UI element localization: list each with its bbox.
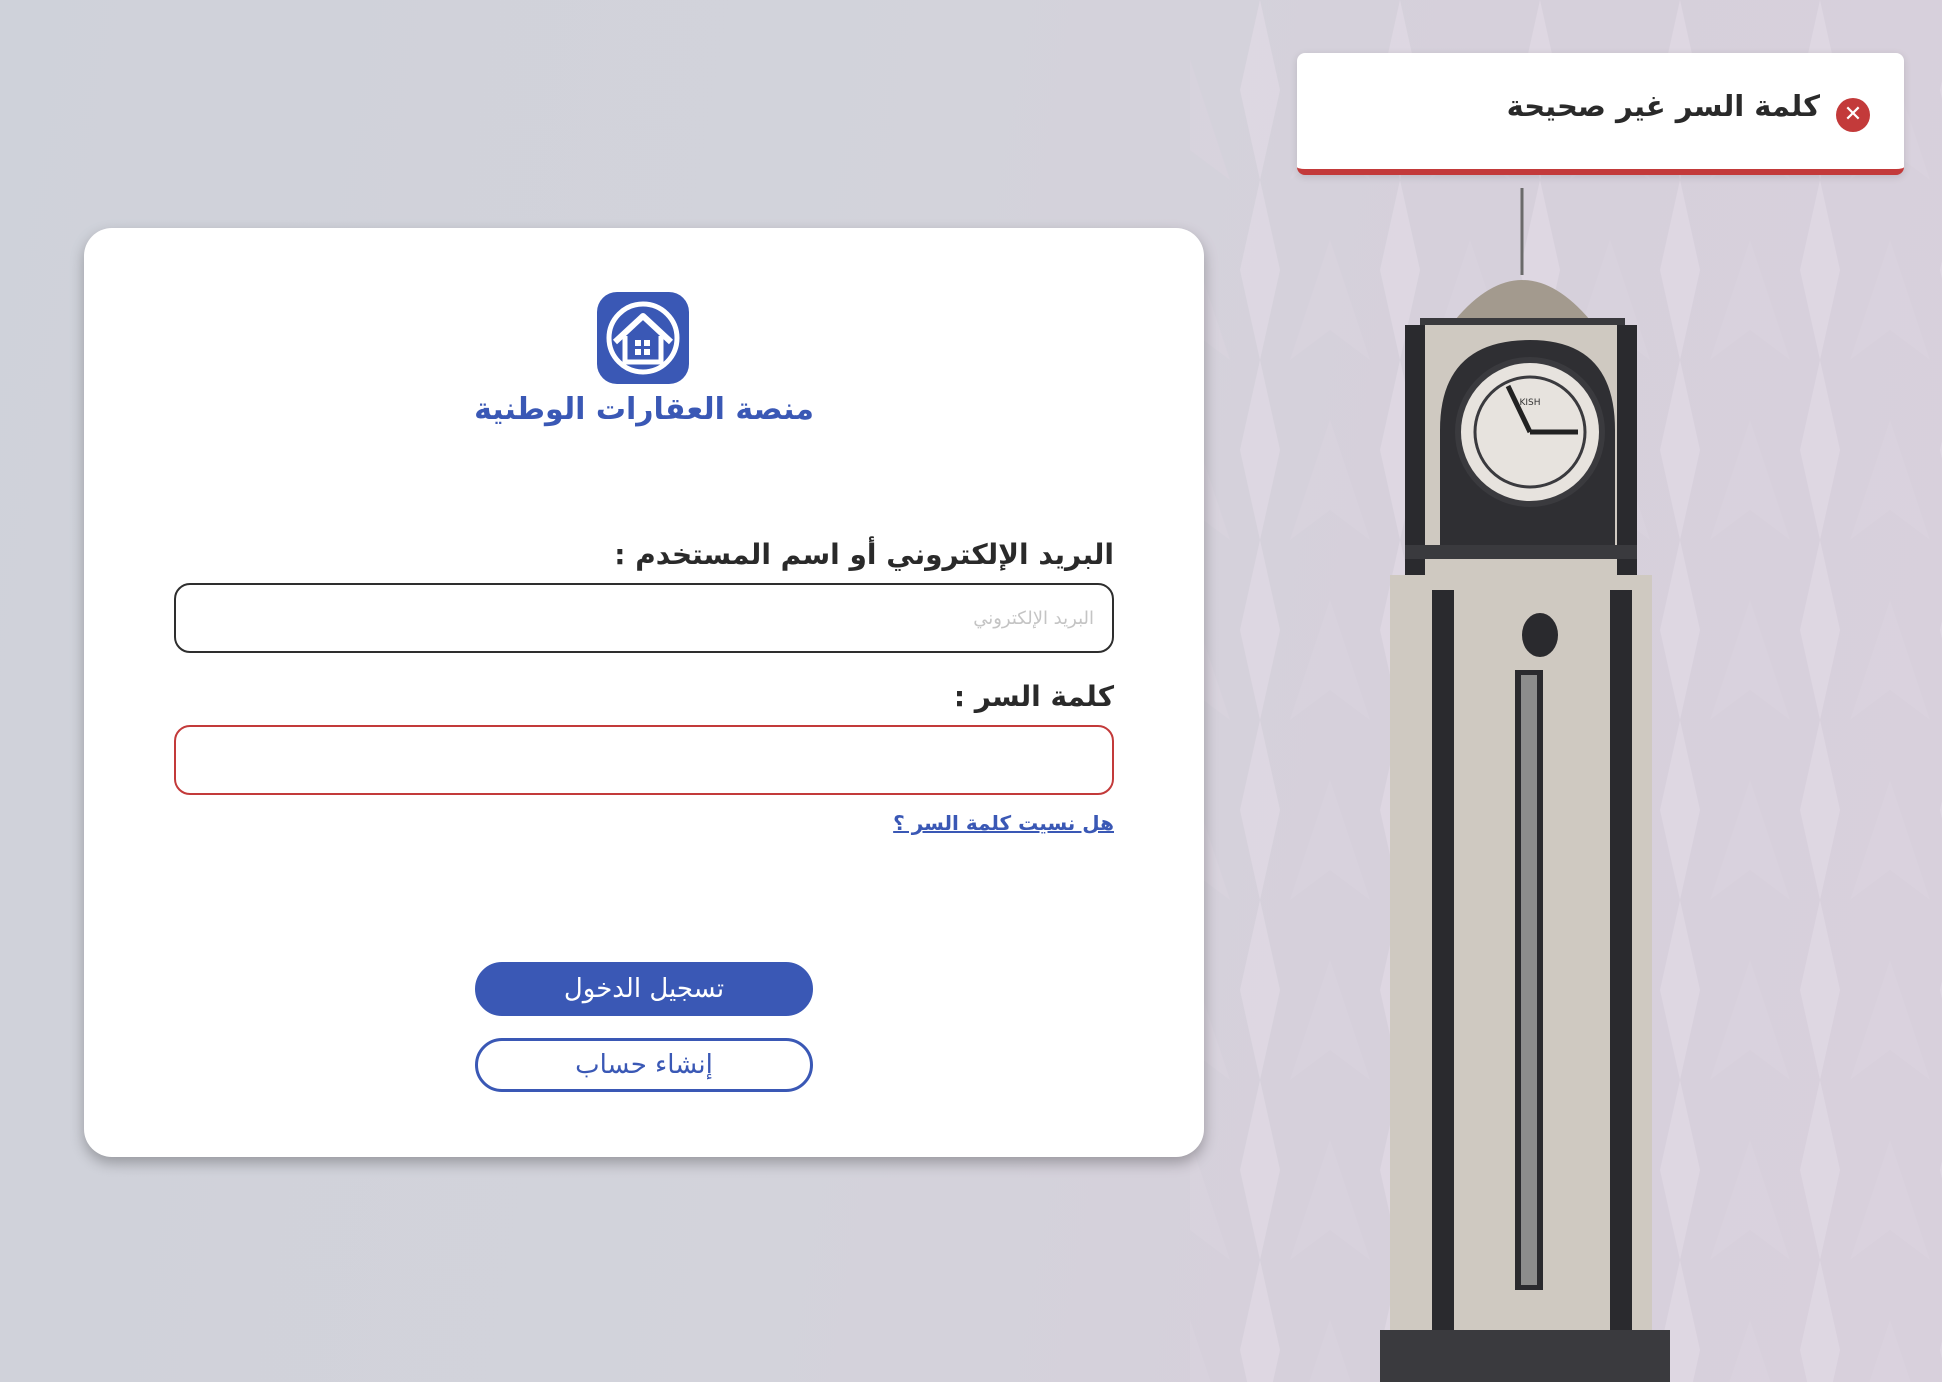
brand-name: منصة العقارات الوطنية	[474, 392, 814, 427]
password-input[interactable]	[174, 725, 1114, 795]
login-card: منصة العقارات الوطنية البريد الإلكتروني …	[84, 228, 1204, 1157]
email-label: البريد الإلكتروني أو اسم المستخدم :	[614, 538, 1114, 571]
house-logo-icon	[597, 292, 689, 384]
forgot-password-link[interactable]: هل نسيت كلمة السر ؟	[893, 811, 1114, 835]
error-toast: كلمة السر غير صحيحة ✕	[1297, 53, 1904, 175]
clock-face-text: KISH	[1519, 398, 1540, 408]
error-icon[interactable]: ✕	[1836, 98, 1870, 132]
clock-tower-image: KISH	[1380, 188, 1670, 1382]
password-label: كلمة السر :	[953, 680, 1114, 713]
email-input[interactable]	[174, 583, 1114, 653]
toast-message: كلمة السر غير صحيحة	[1506, 89, 1820, 123]
create-account-button[interactable]: إنشاء حساب	[475, 1038, 813, 1092]
login-button[interactable]: تسجيل الدخول	[475, 962, 813, 1016]
